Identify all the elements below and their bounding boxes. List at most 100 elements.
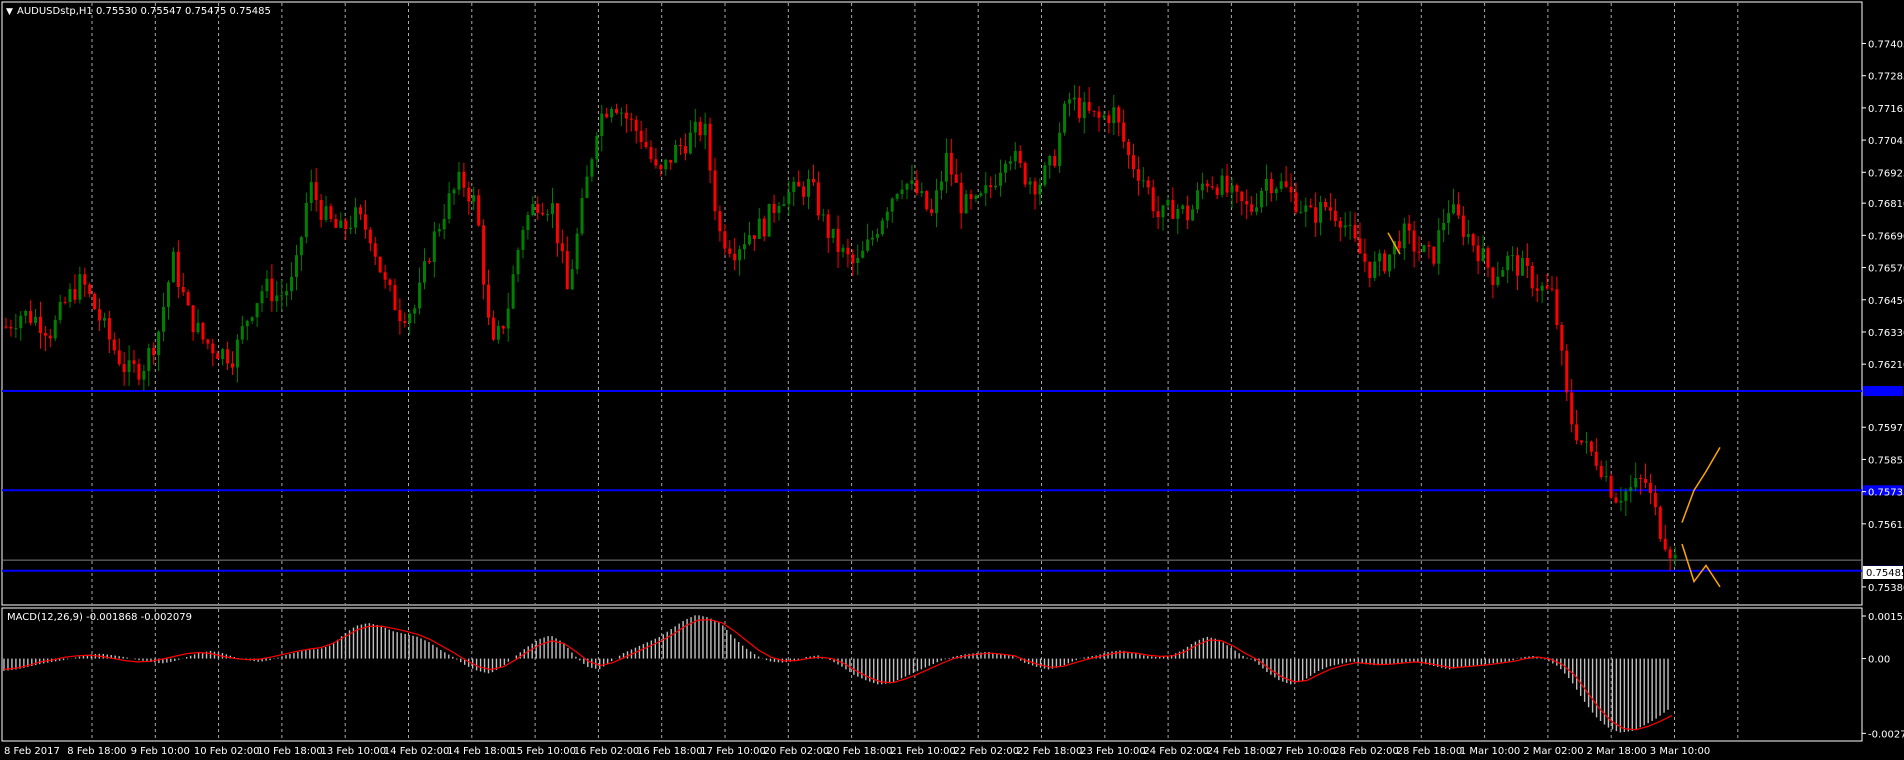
time-tick-label: 17 Feb 10:00 xyxy=(700,746,766,757)
candle-body xyxy=(1550,288,1554,290)
candle-body xyxy=(408,313,412,324)
candle-body xyxy=(1176,209,1180,219)
candle-body xyxy=(979,193,983,196)
candle-body xyxy=(363,214,367,230)
time-tick-label: 28 Feb 18:00 xyxy=(1397,746,1463,757)
candle-body xyxy=(590,159,594,177)
candle-body xyxy=(226,349,230,364)
time-tick-label: 2 Mar 18:00 xyxy=(1587,746,1647,757)
candle-body xyxy=(334,219,338,228)
candle-body xyxy=(1063,103,1067,133)
candle-body xyxy=(683,146,687,154)
candle-body xyxy=(1274,188,1278,194)
candle-body xyxy=(1284,181,1288,187)
candle-body xyxy=(698,121,702,136)
candle-body xyxy=(58,301,62,320)
candle-body xyxy=(83,274,87,285)
candle-body xyxy=(265,278,269,292)
candle-body xyxy=(1018,151,1022,164)
macd-histogram xyxy=(3,615,1669,733)
candle-body xyxy=(491,317,495,340)
candle-body xyxy=(659,165,663,170)
candle-body xyxy=(1225,175,1229,193)
candle-body xyxy=(1127,141,1131,156)
candle-body xyxy=(344,220,348,230)
candle-body xyxy=(644,142,648,148)
candle-body xyxy=(895,194,899,199)
candle-body xyxy=(1353,224,1357,239)
candle-body xyxy=(157,331,161,356)
candle-body xyxy=(186,292,190,306)
candle-body xyxy=(1417,251,1421,253)
time-tick-label: 16 Feb 18:00 xyxy=(637,746,703,757)
candle-body xyxy=(260,291,264,304)
candle-body xyxy=(1383,253,1387,272)
candle-body xyxy=(1427,245,1431,247)
time-tick-label: 15 Feb 10:00 xyxy=(510,746,576,757)
candle-body xyxy=(1269,179,1273,194)
candle-body xyxy=(841,247,845,253)
candle-body xyxy=(206,339,210,344)
candle-body xyxy=(1309,205,1313,208)
candle-body xyxy=(1092,110,1096,112)
candle-body xyxy=(526,215,530,231)
candle-body xyxy=(9,326,13,329)
collapse-arrow-icon[interactable]: ▼ xyxy=(6,7,13,17)
candle-body xyxy=(615,109,619,113)
candle-body xyxy=(1506,255,1510,271)
zigzag-segment xyxy=(1681,446,1721,523)
zigzag-lines xyxy=(1387,232,1721,588)
horizontal-levels xyxy=(2,386,1903,576)
candle-body xyxy=(516,249,520,275)
candle-body xyxy=(1156,211,1160,218)
candle-body xyxy=(1407,223,1411,231)
time-tick-label: 23 Feb 10:00 xyxy=(1080,746,1146,757)
candle-body xyxy=(29,310,33,323)
candle-body xyxy=(1466,234,1470,237)
time-axis: 8 Feb 2017 8 Feb 18:00 9 Feb 10:00 10 Feb 0… xyxy=(4,746,1710,757)
candle-body xyxy=(1146,180,1150,188)
price-panel-frame xyxy=(1,1,1863,606)
candle-body xyxy=(1319,201,1323,223)
candle-body xyxy=(4,326,8,328)
candle-body xyxy=(1161,205,1165,218)
candle-body xyxy=(1486,248,1490,268)
candle-body xyxy=(1422,245,1426,252)
candle-body xyxy=(1314,207,1318,223)
candle-body xyxy=(1481,248,1485,262)
candle-body xyxy=(1338,221,1342,228)
price-tick-label: 0.77285 xyxy=(1868,72,1904,83)
candle-body xyxy=(1186,205,1190,221)
candle-body xyxy=(1363,253,1367,262)
candle-body xyxy=(930,209,934,214)
time-tick-label: 1 Mar 10:00 xyxy=(1460,746,1520,757)
candle-body xyxy=(679,145,683,147)
candle-body xyxy=(1609,476,1613,498)
candle-body xyxy=(437,229,441,232)
candle-body xyxy=(964,194,968,214)
candle-body xyxy=(708,123,712,171)
candle-body xyxy=(329,206,333,220)
candle-body xyxy=(1171,200,1175,219)
candle-body xyxy=(846,247,850,255)
price-tick-label: 0.77045 xyxy=(1868,136,1904,147)
candle-body xyxy=(1447,213,1451,223)
candle-body xyxy=(1122,122,1126,142)
candle-body xyxy=(1629,487,1633,492)
candle-body xyxy=(1442,222,1446,231)
price-tick-label: 0.75975 xyxy=(1868,423,1904,434)
candle-body xyxy=(1584,441,1588,443)
candle-body xyxy=(580,198,584,234)
candle-body xyxy=(196,322,200,333)
candle-body xyxy=(349,227,353,230)
candle-body xyxy=(797,181,801,187)
candle-body xyxy=(1525,257,1529,266)
candle-body xyxy=(1520,257,1524,276)
candle-body xyxy=(432,231,436,262)
time-tick-label: 21 Feb 10:00 xyxy=(890,746,956,757)
candle-body xyxy=(624,112,628,119)
candle-body xyxy=(905,183,909,190)
macd-panel-title: MACD(12,26,9) -0.001868 -0.002079 xyxy=(7,612,192,623)
candle-body xyxy=(1141,180,1145,182)
candle-body xyxy=(871,237,875,240)
